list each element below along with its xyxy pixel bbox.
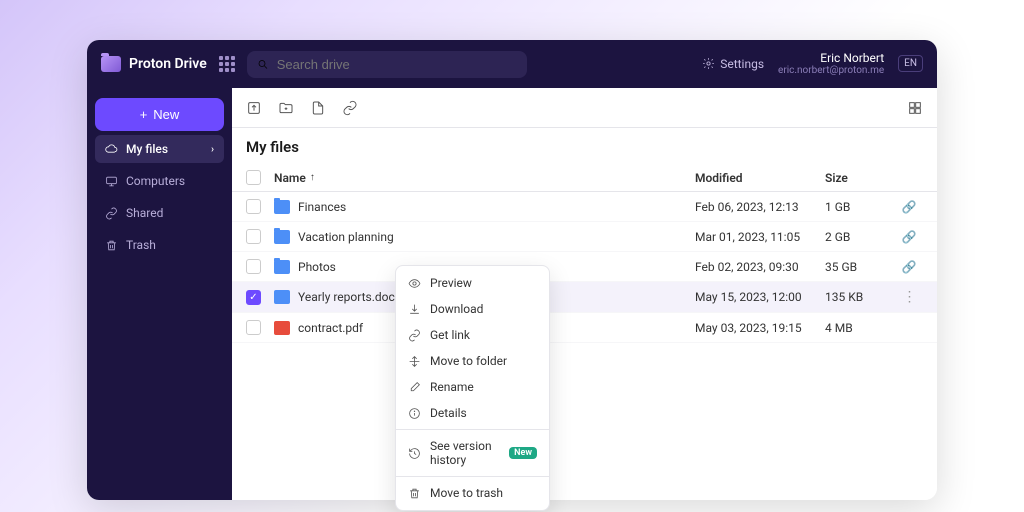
move-icon — [408, 355, 421, 368]
sidebar-item-shared[interactable]: Shared — [95, 199, 224, 227]
sidebar: + New My files › Computers Shared Trash — [87, 88, 232, 500]
new-label: New — [153, 107, 179, 122]
brand-label: Proton Drive — [129, 56, 207, 72]
toolbar — [232, 88, 937, 128]
topbar: Proton Drive Settings Eric Norbert eric.… — [87, 40, 937, 88]
plus-icon: + — [140, 107, 148, 122]
table-row[interactable]: Vacation planningMar 01, 2023, 11:052 GB… — [232, 222, 937, 252]
sidebar-item-trash[interactable]: Trash — [95, 231, 224, 259]
new-badge: New — [509, 447, 537, 459]
monitor-icon — [105, 175, 118, 188]
sidebar-item-computers[interactable]: Computers — [95, 167, 224, 195]
folder-icon — [274, 230, 290, 244]
menu-move[interactable]: Move to folder — [396, 348, 549, 374]
new-file-icon[interactable] — [310, 100, 326, 116]
folder-icon — [274, 260, 290, 274]
sidebar-item-label: Trash — [126, 238, 156, 252]
file-name: Finances — [274, 200, 695, 214]
link-icon — [408, 329, 421, 342]
layout-grid-icon[interactable] — [907, 100, 923, 116]
sidebar-item-my-files[interactable]: My files › — [95, 135, 224, 163]
sidebar-item-label: Shared — [126, 206, 163, 220]
eye-icon — [408, 277, 421, 290]
trash-icon — [408, 487, 421, 500]
row-checkbox[interactable] — [246, 199, 261, 214]
folder-icon — [274, 200, 290, 214]
menu-separator — [396, 476, 549, 477]
download-icon — [408, 303, 421, 316]
trash-icon — [105, 239, 118, 252]
table-header: Name↑ Modified Size — [232, 164, 937, 192]
row-checkbox[interactable] — [246, 320, 261, 335]
table-row[interactable]: contract.pdfMay 03, 2023, 19:154 MB — [232, 313, 937, 343]
sidebar-item-label: Computers — [126, 174, 185, 188]
menu-preview[interactable]: Preview — [396, 270, 549, 296]
topbar-right: Settings Eric Norbert eric.norbert@proto… — [702, 51, 923, 77]
apps-switcher-icon[interactable] — [219, 56, 235, 72]
column-modified[interactable]: Modified — [695, 171, 825, 185]
edit-icon — [408, 381, 421, 394]
menu-rename[interactable]: Rename — [396, 374, 549, 400]
menu-get-link[interactable]: Get link — [396, 322, 549, 348]
sidebar-item-label: My files — [126, 142, 168, 156]
settings-link[interactable]: Settings — [702, 57, 764, 71]
menu-download[interactable]: Download — [396, 296, 549, 322]
search-box[interactable] — [247, 51, 527, 78]
share-link-icon[interactable] — [342, 100, 358, 116]
upload-icon[interactable] — [246, 100, 262, 116]
menu-separator — [396, 429, 549, 430]
table-row[interactable]: Yearly reports.docxMay 15, 2023, 12:0013… — [232, 282, 937, 313]
file-size: 135 KB — [825, 290, 895, 304]
file-size: 2 GB — [825, 230, 895, 244]
gear-icon — [702, 57, 715, 70]
shared-link-icon[interactable]: 🔗 — [902, 200, 917, 214]
more-icon[interactable]: ⋮ — [903, 289, 916, 305]
user-block[interactable]: Eric Norbert eric.norbert@proton.me — [778, 51, 884, 77]
file-list: FinancesFeb 06, 2023, 12:131 GB🔗Vacation… — [232, 192, 937, 343]
menu-trash[interactable]: Move to trash — [396, 480, 549, 506]
menu-version-history[interactable]: See version historyNew — [396, 433, 549, 473]
sort-asc-icon: ↑ — [310, 172, 315, 183]
file-size: 4 MB — [825, 321, 895, 335]
file-size: 1 GB — [825, 200, 895, 214]
select-all-checkbox[interactable] — [246, 170, 261, 185]
chevron-right-icon: › — [211, 144, 214, 155]
row-checkbox[interactable] — [246, 290, 261, 305]
history-icon — [408, 447, 421, 460]
search-icon — [257, 58, 269, 71]
column-size[interactable]: Size — [825, 171, 895, 185]
file-modified: May 03, 2023, 19:15 — [695, 321, 825, 335]
pdf-icon — [274, 321, 290, 335]
main: My files Name↑ Modified Size FinancesFeb… — [232, 88, 937, 500]
file-name: Vacation planning — [274, 230, 695, 244]
cloud-icon — [105, 143, 118, 156]
doc-icon — [274, 290, 290, 304]
info-icon — [408, 407, 421, 420]
file-modified: Mar 01, 2023, 11:05 — [695, 230, 825, 244]
file-size: 35 GB — [825, 260, 895, 274]
file-modified: Feb 06, 2023, 12:13 — [695, 200, 825, 214]
language-badge[interactable]: EN — [898, 55, 923, 72]
row-checkbox[interactable] — [246, 259, 261, 274]
file-modified: May 15, 2023, 12:00 — [695, 290, 825, 304]
new-folder-icon[interactable] — [278, 100, 294, 116]
file-modified: Feb 02, 2023, 09:30 — [695, 260, 825, 274]
shared-link-icon[interactable]: 🔗 — [902, 260, 917, 274]
column-name[interactable]: Name↑ — [274, 171, 695, 185]
user-email: eric.norbert@proton.me — [778, 65, 884, 77]
shared-link-icon[interactable]: 🔗 — [902, 230, 917, 244]
row-checkbox[interactable] — [246, 229, 261, 244]
menu-details[interactable]: Details — [396, 400, 549, 426]
context-menu: Preview Download Get link Move to folder… — [395, 265, 550, 511]
link-icon — [105, 207, 118, 220]
table-row[interactable]: PhotosFeb 02, 2023, 09:3035 GB🔗 — [232, 252, 937, 282]
user-name: Eric Norbert — [778, 51, 884, 65]
page-title: My files — [232, 128, 937, 164]
settings-label: Settings — [720, 57, 764, 71]
new-button[interactable]: + New — [95, 98, 224, 131]
brand: Proton Drive — [101, 56, 207, 72]
proton-drive-logo-icon — [101, 56, 121, 72]
table-row[interactable]: FinancesFeb 06, 2023, 12:131 GB 🔗 — [232, 192, 937, 222]
search-input[interactable] — [277, 57, 517, 72]
